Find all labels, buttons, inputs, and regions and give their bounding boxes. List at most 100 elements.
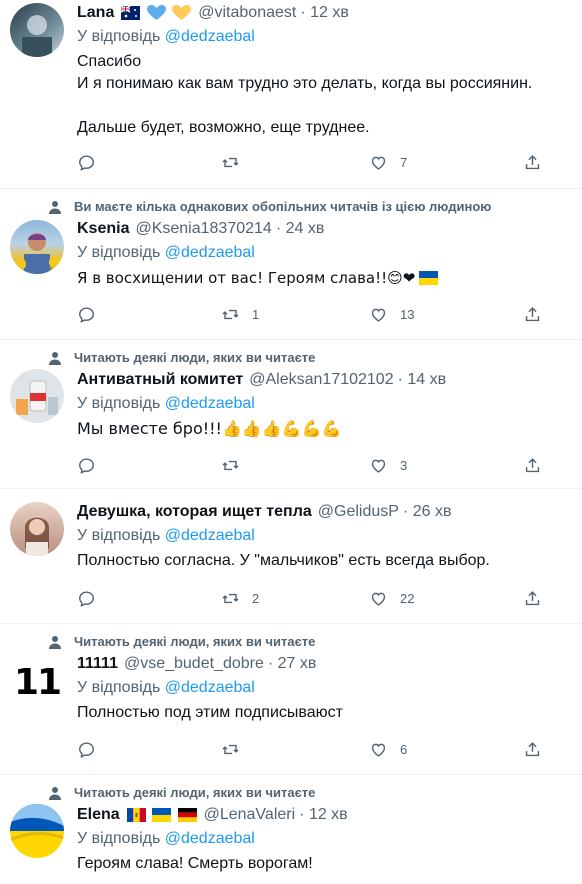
tweet[interactable]: Читають деякі люди, яких ви читаєте Анти… xyxy=(0,340,582,489)
timestamp[interactable]: · 26 хв xyxy=(403,503,452,521)
avatar-image xyxy=(22,15,52,57)
tweet-header: Ksenia @Ksenia18370214 · 24 хв xyxy=(77,220,324,238)
action-bar: 6 xyxy=(77,740,547,762)
handle[interactable]: @Aleksan17102102 xyxy=(249,371,393,389)
share-button[interactable] xyxy=(523,456,542,475)
avatar-text: 11 xyxy=(13,661,62,703)
retweet-button[interactable] xyxy=(221,456,252,475)
reply-mention-link[interactable]: @dedzaebal xyxy=(165,830,255,847)
display-name[interactable]: Elena xyxy=(77,806,120,824)
tweet-text-line: Полностью согласна. У "мальчиков" есть в… xyxy=(77,552,490,569)
timestamp-text: 12 хв xyxy=(310,4,349,21)
avatar-image xyxy=(25,516,49,556)
like-button[interactable]: 13 xyxy=(369,305,414,324)
like-count: 22 xyxy=(400,591,415,606)
action-bar: 7 xyxy=(77,153,547,175)
reply-button[interactable] xyxy=(77,740,96,759)
tweet-text-line: Героям слава! Смерть ворогам! xyxy=(77,855,313,872)
tweet-header: Lana @vitabonaest · 12 хв xyxy=(77,4,349,22)
display-name[interactable]: Девушка, которая ищет тепла xyxy=(77,503,312,521)
reply-prefix: У відповідь xyxy=(77,244,161,261)
blue-heart-icon xyxy=(146,4,166,20)
share-button[interactable] xyxy=(523,589,542,608)
reply-context: У відповідь @dedzaebal xyxy=(77,395,255,413)
share-button[interactable] xyxy=(523,740,542,759)
like-button[interactable]: 3 xyxy=(369,456,407,475)
tweet-text: Героям слава! Смерть ворогам! xyxy=(77,853,313,875)
reply-mention-link[interactable]: @dedzaebal xyxy=(165,527,255,544)
avatar-image xyxy=(14,233,61,274)
reply-button[interactable] xyxy=(77,153,96,172)
tweet-text-line: Мы вместе бро!!!👍👍👍💪💪💪 xyxy=(77,419,342,438)
reply-mention-link[interactable]: @dedzaebal xyxy=(165,679,255,696)
moldova-flag-icon xyxy=(126,807,146,822)
retweet-icon xyxy=(222,460,239,471)
reply-icon xyxy=(79,458,94,474)
australia-flag-icon xyxy=(121,5,141,20)
timestamp-text: 26 хв xyxy=(412,503,452,520)
tweet-text-line: Дальше будет, возможно, еще труднее. xyxy=(77,119,370,136)
tweet[interactable]: Девушка, которая ищет тепла @GelidusP · … xyxy=(0,489,582,624)
avatar[interactable] xyxy=(10,502,64,556)
share-button[interactable] xyxy=(523,305,542,324)
tweet-header: Девушка, которая ищет тепла @GelidusP · … xyxy=(77,503,451,521)
handle[interactable]: @LenaValeri xyxy=(204,806,296,824)
like-button[interactable]: 22 xyxy=(369,589,414,608)
tweet-text-line: И я понимаю как вам трудно это делать, к… xyxy=(77,75,533,92)
timestamp-text: 24 хв xyxy=(285,220,325,237)
avatar[interactable] xyxy=(10,220,64,274)
retweet-icon xyxy=(222,309,239,320)
tweet[interactable]: Читають деякі люди, яких ви читаєте 11 1… xyxy=(0,624,582,775)
display-name[interactable]: Ksenia xyxy=(77,220,129,238)
handle[interactable]: @GelidusP xyxy=(318,503,399,521)
reply-prefix: У відповідь xyxy=(77,395,161,412)
timestamp[interactable]: · 14 хв xyxy=(398,371,447,389)
timestamp-text: 12 хв xyxy=(308,806,348,823)
reply-mention-link[interactable]: @dedzaebal xyxy=(165,395,255,412)
retweet-button[interactable] xyxy=(221,153,252,172)
avatar-image xyxy=(16,380,58,415)
reply-mention-link[interactable]: @dedzaebal xyxy=(165,28,255,45)
retweet-button[interactable] xyxy=(221,740,252,759)
like-button[interactable]: 7 xyxy=(369,153,407,172)
display-name[interactable]: Антиватный комитет xyxy=(77,371,243,389)
like-button[interactable]: 6 xyxy=(369,740,407,759)
retweet-icon xyxy=(222,157,239,168)
timestamp[interactable]: · 27 хв xyxy=(268,655,317,673)
reply-prefix: У відповідь xyxy=(77,28,161,45)
timestamp[interactable]: · 24 хв xyxy=(276,220,325,238)
like-icon xyxy=(371,308,386,322)
handle[interactable]: @vitabonaest xyxy=(198,4,296,22)
display-name[interactable]: 11111 xyxy=(77,655,118,673)
avatar[interactable] xyxy=(10,369,64,423)
tweet-text-line: Полностью под этим подписываюст xyxy=(77,704,343,721)
like-count: 6 xyxy=(400,742,408,757)
tweet-text: Я в восхищении от вас! Героям слава!!😊❤ xyxy=(77,267,439,289)
tweet[interactable]: Lana @vitabonaest · 12 хв У відповідь @d… xyxy=(0,0,582,189)
avatar[interactable] xyxy=(10,804,64,858)
handle[interactable]: @Ksenia18370214 xyxy=(135,220,271,238)
reply-icon xyxy=(79,591,94,607)
handle[interactable]: @vse_budet_dobre xyxy=(124,655,264,673)
avatar[interactable] xyxy=(10,3,64,57)
reply-button[interactable] xyxy=(77,305,96,324)
display-name[interactable]: Lana xyxy=(77,4,114,22)
avatar[interactable]: 11 xyxy=(10,655,64,709)
reply-icon xyxy=(79,155,94,171)
reply-button[interactable] xyxy=(77,589,96,608)
tweet[interactable]: Читають деякі люди, яких ви читаєте Elen… xyxy=(0,775,582,884)
retweet-button[interactable]: 1 xyxy=(221,305,259,324)
tweet[interactable]: Ви маєте кілька однакових обопільних чит… xyxy=(0,189,582,340)
like-icon xyxy=(371,156,386,170)
reply-button[interactable] xyxy=(77,456,96,475)
retweet-button[interactable]: 2 xyxy=(221,589,259,608)
timestamp[interactable]: · 12 хв xyxy=(299,806,348,824)
tweet-text: Полностью согласна. У "мальчиков" есть в… xyxy=(77,550,490,572)
social-context-text: Читають деякі люди, яких ви читаєте xyxy=(74,350,316,365)
share-button[interactable] xyxy=(523,153,542,172)
name-emojis xyxy=(126,806,198,824)
like-icon xyxy=(371,592,386,606)
reply-mention-link[interactable]: @dedzaebal xyxy=(165,244,255,261)
timestamp[interactable]: · 12 хв xyxy=(300,4,349,22)
reply-icon xyxy=(79,307,94,323)
